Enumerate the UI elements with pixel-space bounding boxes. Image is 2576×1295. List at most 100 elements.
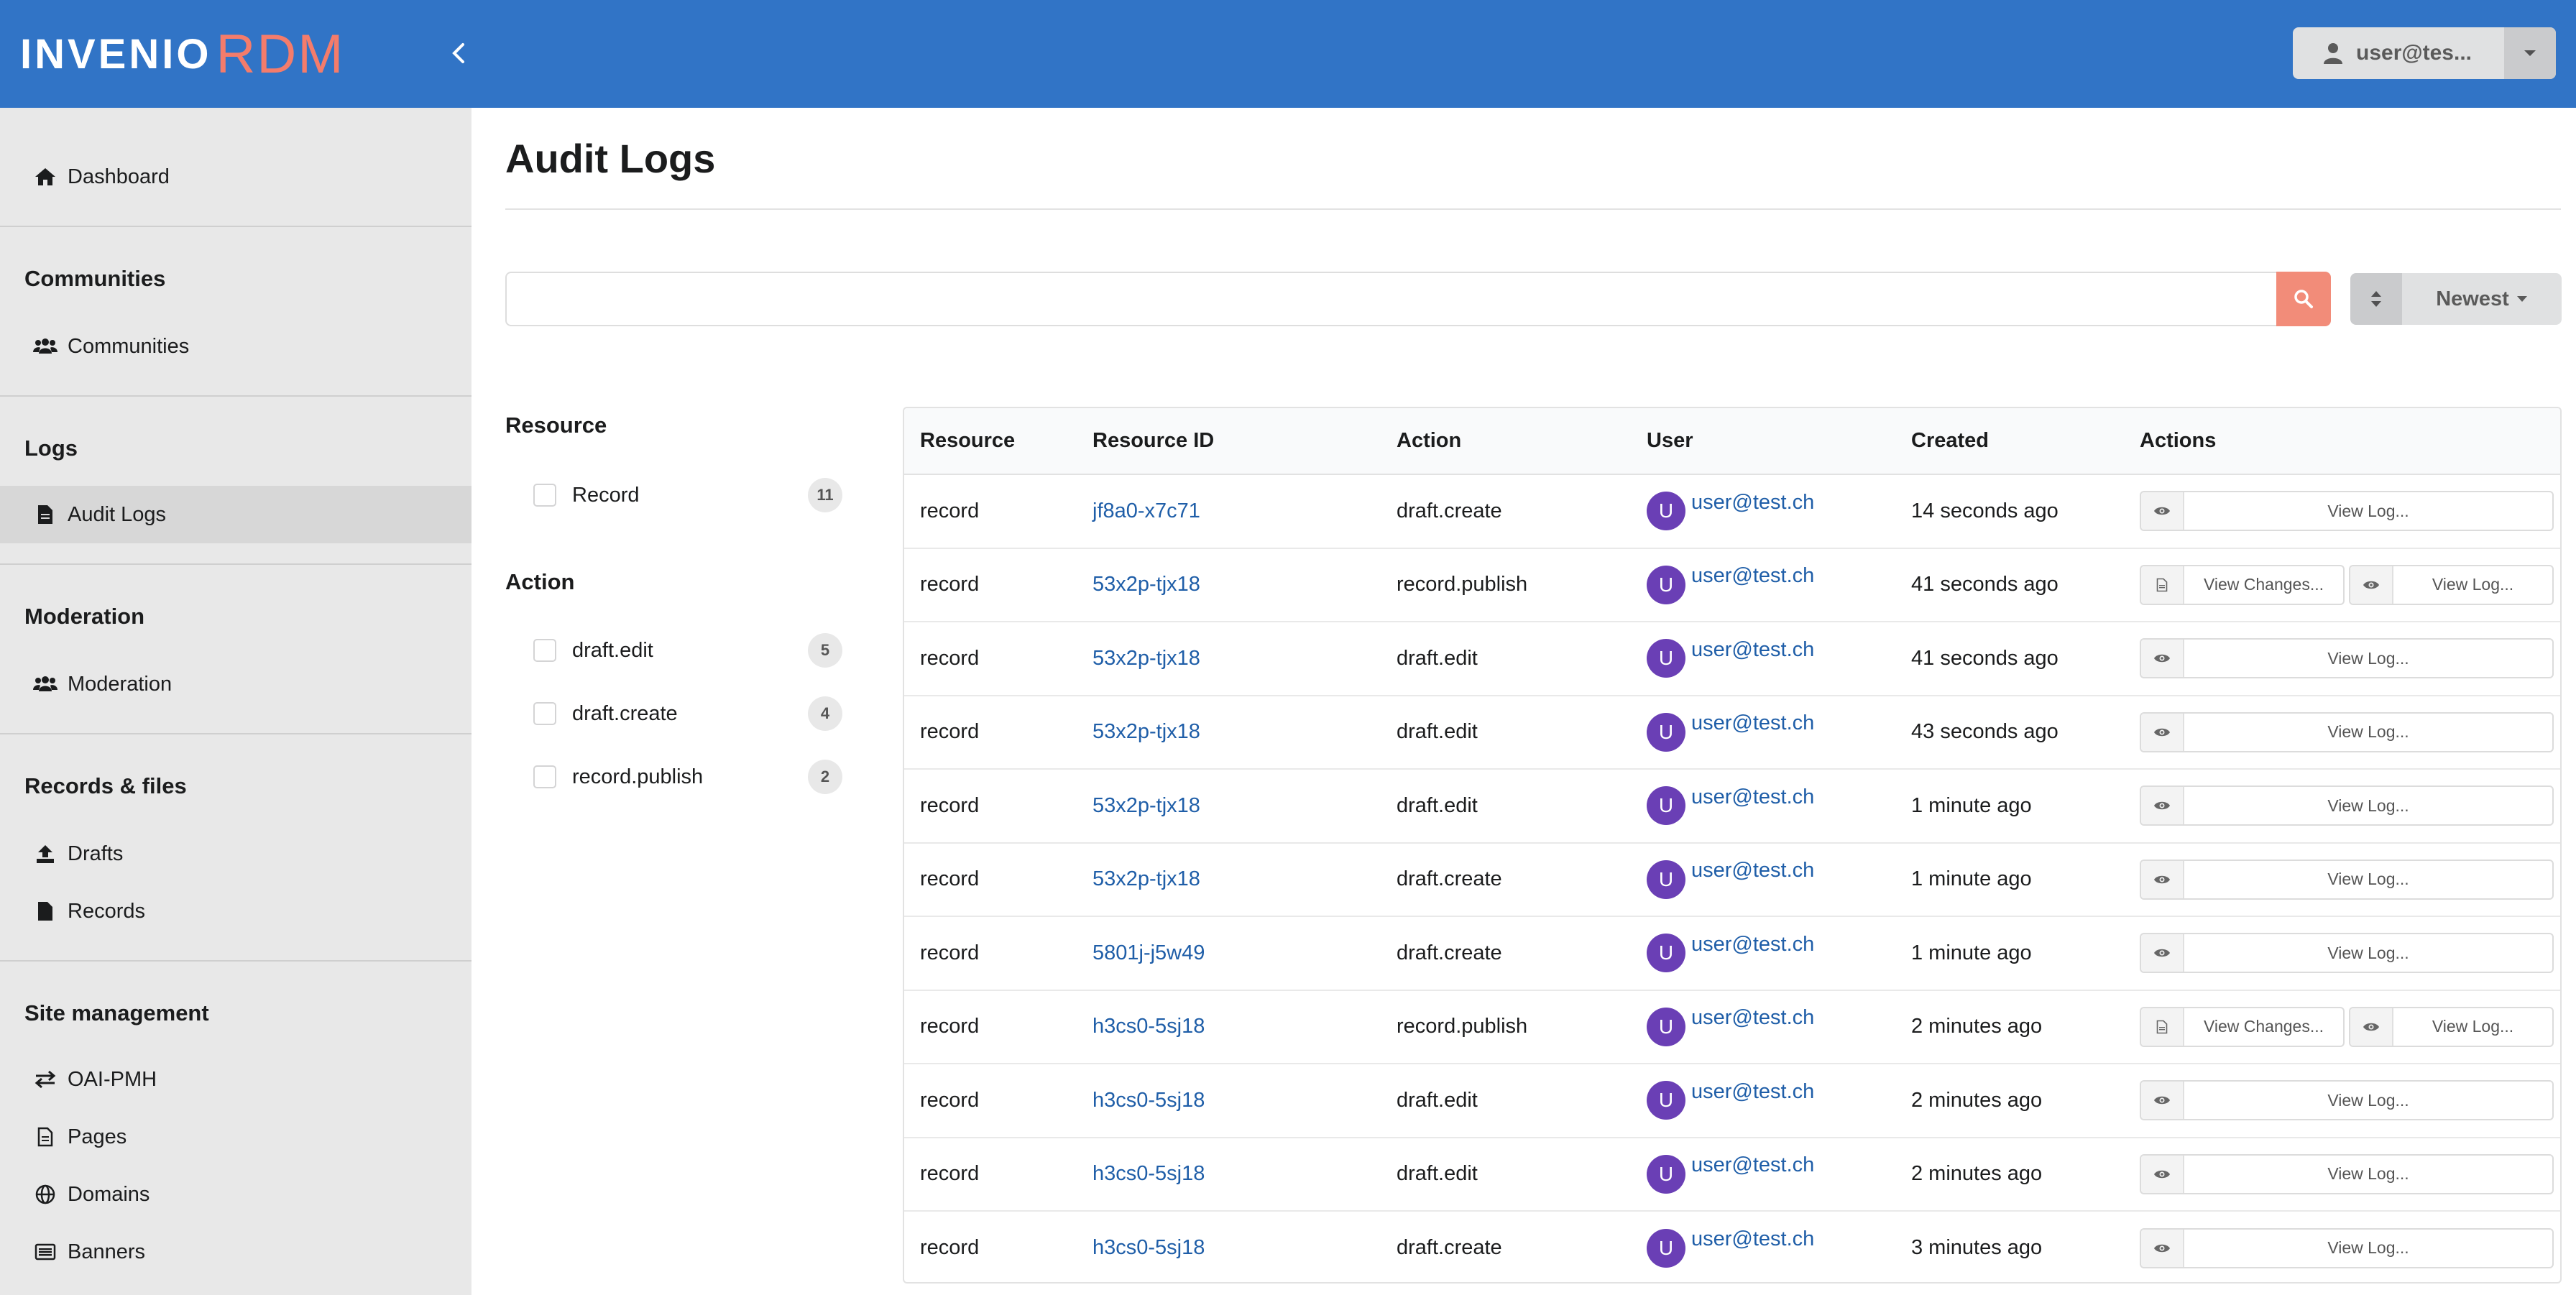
- resource-id-link[interactable]: 53x2p-tjx18: [1092, 720, 1200, 743]
- resource-id-link[interactable]: h3cs0-5sj18: [1092, 1162, 1205, 1185]
- view-log-label: View Log...: [2327, 648, 2409, 668]
- eye-icon: [2141, 713, 2184, 751]
- view-log-button[interactable]: View Log...: [2140, 785, 2554, 826]
- user-link[interactable]: user@test.ch: [1691, 785, 1814, 809]
- sidebar-item-dashboard[interactable]: Dashboard: [0, 148, 472, 206]
- user-link[interactable]: user@test.ch: [1691, 859, 1814, 882]
- eye-icon: [2141, 860, 2184, 898]
- sidebar-item-drafts[interactable]: Drafts: [0, 825, 472, 882]
- collapse-sidebar-button[interactable]: [441, 36, 476, 70]
- title-divider: [505, 208, 2561, 210]
- table-row: record h3cs0-5sj18 draft.edit U user@tes…: [904, 1064, 2560, 1138]
- facet-checkbox[interactable]: [533, 702, 556, 725]
- cell-actions: View Changes... View Log...: [2124, 990, 2560, 1064]
- cell-actions: View Log...: [2124, 843, 2560, 917]
- resource-id-link[interactable]: h3cs0-5sj18: [1092, 1015, 1205, 1038]
- facet-item-draft-edit[interactable]: draft.edit 5: [533, 632, 842, 668]
- column-header-user[interactable]: User: [1631, 408, 1895, 475]
- view-log-label: View Log...: [2432, 575, 2514, 594]
- user-link[interactable]: user@test.ch: [1691, 1080, 1814, 1104]
- user-link[interactable]: user@test.ch: [1691, 933, 1814, 957]
- view-log-button[interactable]: View Log...: [2140, 638, 2554, 679]
- sort-control[interactable]: Newest: [2350, 273, 2562, 325]
- sidebar-item-moderation[interactable]: Moderation: [0, 655, 472, 713]
- resource-id-link[interactable]: 53x2p-tjx18: [1092, 573, 1200, 596]
- resource-id-link[interactable]: jf8a0-x7c71: [1092, 499, 1200, 522]
- sidebar-item-records[interactable]: Records: [0, 882, 472, 940]
- cell-created: 1 minute ago: [1895, 916, 2124, 990]
- sidebar-item-communities[interactable]: Communities: [0, 318, 472, 375]
- view-changes-button[interactable]: View Changes...: [2140, 564, 2345, 605]
- sidebar-item-domains[interactable]: Domains: [0, 1166, 472, 1223]
- view-log-button[interactable]: View Log...: [2349, 1006, 2554, 1047]
- view-log-button[interactable]: View Log...: [2140, 1227, 2554, 1268]
- facet-item-record-publish[interactable]: record.publish 2: [533, 759, 842, 795]
- facet-checkbox[interactable]: [533, 765, 556, 788]
- user-menu-button[interactable]: user@tes...: [2293, 27, 2504, 79]
- facet-checkbox[interactable]: [533, 484, 556, 507]
- resource-id-link[interactable]: h3cs0-5sj18: [1092, 1236, 1205, 1259]
- invenio-rdm-logo[interactable]: INVENIO RDM: [20, 22, 345, 86]
- user-menu-dropdown[interactable]: [2504, 27, 2556, 79]
- user-link[interactable]: user@test.ch: [1691, 491, 1814, 515]
- view-log-button[interactable]: View Log...: [2140, 1080, 2554, 1121]
- search-button[interactable]: [2276, 272, 2331, 326]
- column-header-resource[interactable]: Resource: [904, 408, 1077, 475]
- view-log-button[interactable]: View Log...: [2349, 564, 2554, 605]
- resource-id-link[interactable]: 53x2p-tjx18: [1092, 794, 1200, 817]
- resource-id-link[interactable]: 53x2p-tjx18: [1092, 867, 1200, 890]
- resource-type: record: [920, 720, 980, 744]
- eye-icon: [2141, 1082, 2184, 1120]
- action-name: draft.edit: [1397, 1088, 1478, 1112]
- view-log-button[interactable]: View Log...: [2140, 711, 2554, 752]
- column-header-action[interactable]: Action: [1381, 408, 1631, 475]
- user-link[interactable]: user@test.ch: [1691, 638, 1814, 662]
- sidebar-item-oai-pmh[interactable]: OAI-PMH: [0, 1051, 472, 1108]
- resource-id-link[interactable]: 5801j-j5w49: [1092, 941, 1205, 964]
- sidebar-item-label: OAI-PMH: [68, 1067, 157, 1091]
- row-actions: View Log...: [2140, 638, 2560, 679]
- resource-id-link[interactable]: h3cs0-5sj18: [1092, 1089, 1205, 1112]
- sidebar-item-label: Moderation: [68, 672, 172, 696]
- search-input[interactable]: [505, 272, 2276, 326]
- view-changes-button[interactable]: View Changes...: [2140, 1006, 2345, 1047]
- action-name: record.publish: [1397, 573, 1528, 596]
- users-icon: [33, 334, 58, 359]
- cell-actions: View Log...: [2124, 1064, 2560, 1138]
- avatar: U: [1647, 1154, 1685, 1194]
- column-header-resource-id[interactable]: Resource ID: [1077, 408, 1381, 475]
- cell-resource-id: 53x2p-tjx18: [1077, 622, 1381, 696]
- view-log-button[interactable]: View Log...: [2140, 859, 2554, 900]
- sort-dropdown[interactable]: Newest: [2402, 273, 2562, 325]
- view-log-button[interactable]: View Log...: [2140, 491, 2554, 532]
- sidebar-item-label: Records: [68, 899, 145, 923]
- sort-order-button[interactable]: [2350, 273, 2402, 325]
- user-link[interactable]: user@test.ch: [1691, 711, 1814, 735]
- column-header-created[interactable]: Created: [1895, 408, 2124, 475]
- user-link[interactable]: user@test.ch: [1691, 1153, 1814, 1177]
- cell-action: draft.edit: [1381, 1138, 1631, 1212]
- cell-resource: record: [904, 696, 1077, 770]
- facet-item-record[interactable]: Record 11: [533, 477, 842, 513]
- resource-type: record: [920, 646, 980, 670]
- cell-created: 1 minute ago: [1895, 769, 2124, 843]
- eye-icon: [2141, 934, 2184, 972]
- table-row: record 5801j-j5w49 draft.create U user@t…: [904, 916, 2560, 990]
- view-log-button[interactable]: View Log...: [2140, 1153, 2554, 1194]
- facet-item-draft-create[interactable]: draft.create 4: [533, 696, 842, 732]
- sidebar-item-audit-logs[interactable]: Audit Logs: [0, 486, 472, 543]
- resource-id-link[interactable]: 53x2p-tjx18: [1092, 647, 1200, 670]
- cell-actions: View Log...: [2124, 622, 2560, 696]
- user-link[interactable]: user@test.ch: [1691, 1006, 1814, 1030]
- sidebar-divider: [0, 395, 472, 397]
- sidebar-item-pages[interactable]: Pages: [0, 1108, 472, 1166]
- row-actions: View Log...: [2140, 1080, 2560, 1121]
- facet-checkbox[interactable]: [533, 639, 556, 662]
- sidebar-item-banners[interactable]: Banners: [0, 1223, 472, 1281]
- action-name: draft.create: [1397, 941, 1502, 964]
- view-log-button[interactable]: View Log...: [2140, 933, 2554, 974]
- user-menu[interactable]: user@tes...: [2293, 27, 2556, 79]
- view-log-label: View Log...: [2327, 1238, 2409, 1258]
- user-link[interactable]: user@test.ch: [1691, 564, 1814, 588]
- user-link[interactable]: user@test.ch: [1691, 1227, 1814, 1251]
